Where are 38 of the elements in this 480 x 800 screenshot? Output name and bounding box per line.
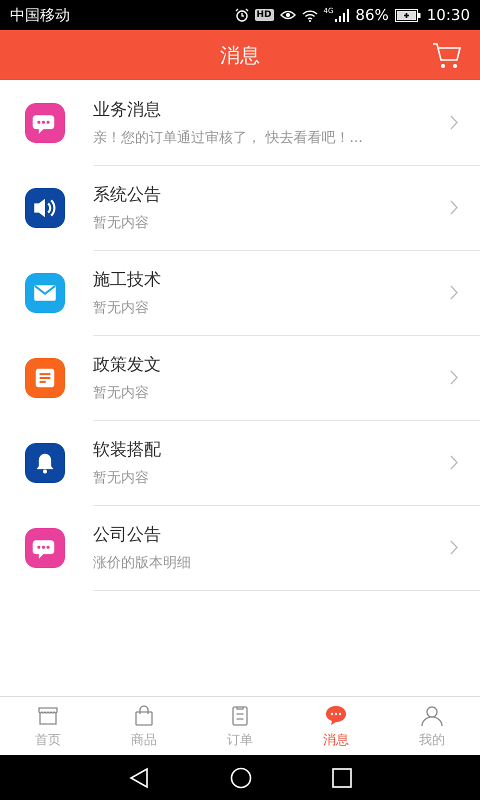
chevron-icon: [450, 370, 458, 384]
category-title: 业务消息: [93, 98, 162, 120]
carrier-name: 中国移动: [10, 6, 71, 24]
message-preview: 暂无内容: [93, 384, 150, 402]
recents-button[interactable]: [332, 768, 352, 788]
category-title: 系统公告: [93, 184, 162, 206]
message-preview: 暂无内容: [93, 298, 150, 316]
alarm-icon: [234, 8, 249, 22]
chevron-icon: [450, 200, 458, 214]
home-button[interactable]: [230, 766, 252, 788]
battery-percent: 86%: [355, 6, 389, 24]
clock-time: 10:30: [426, 6, 470, 24]
chevron-icon: [450, 114, 458, 130]
category-title: 软装搭配: [93, 438, 162, 460]
signal-icon: [335, 8, 350, 22]
message-preview: 涨价的版本明细: [93, 554, 192, 572]
wifi-icon: [302, 8, 318, 22]
message-row[interactable]: 政策发文 暂无内容: [0, 335, 480, 420]
message-preview: 暂无内容: [93, 468, 150, 486]
chevron-icon: [450, 284, 458, 300]
message-row[interactable]: 软装搭配 暂无内容: [0, 420, 480, 505]
cart-icon[interactable]: [432, 42, 462, 70]
eye-icon: [280, 9, 296, 21]
page-title: 消息: [220, 42, 260, 68]
message-row[interactable]: 施工技术 暂无内容: [0, 250, 480, 335]
chevron-icon: [450, 454, 458, 470]
message-row[interactable]: 公司公告 涨价的版本明细: [0, 505, 480, 590]
message-preview: 暂无内容: [93, 214, 150, 232]
message-row[interactable]: 业务消息 亲！您的订单通过审核了， 快去看看吧！...: [0, 80, 480, 165]
message-row[interactable]: 系统公告 暂无内容: [0, 165, 480, 250]
battery-icon: [394, 8, 421, 22]
category-title: 施工技术: [93, 268, 162, 290]
back-button[interactable]: [128, 766, 150, 788]
hd-badge: HD: [254, 9, 274, 21]
chevron-icon: [450, 540, 458, 554]
category-title: 公司公告: [93, 524, 162, 546]
category-title: 政策发文: [93, 354, 162, 376]
message-preview: 亲！您的订单通过审核了， 快去看看吧！...: [93, 128, 364, 146]
